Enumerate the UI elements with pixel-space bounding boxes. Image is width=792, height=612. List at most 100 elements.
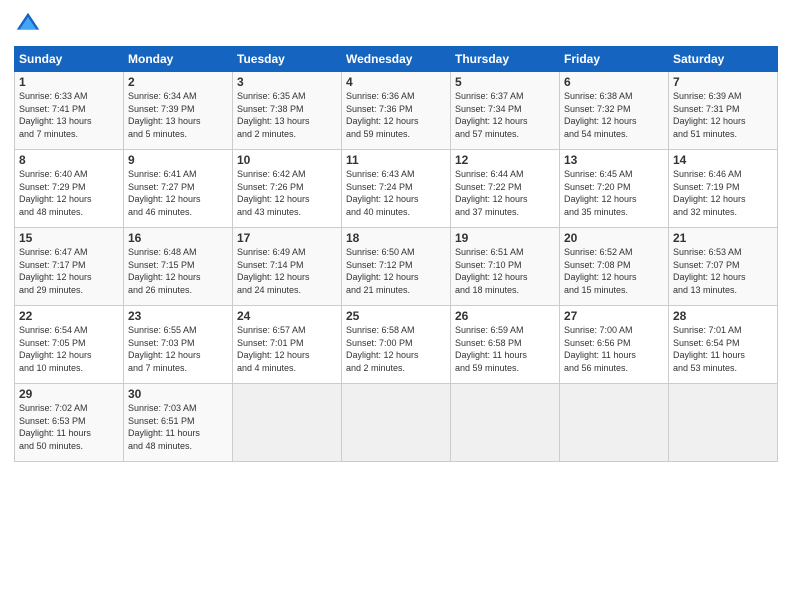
- day-number: 6: [564, 75, 664, 89]
- day-number: 14: [673, 153, 773, 167]
- calendar-cell: 23Sunrise: 6:55 AM Sunset: 7:03 PM Dayli…: [124, 306, 233, 384]
- day-number: 9: [128, 153, 228, 167]
- day-info: Sunrise: 7:03 AM Sunset: 6:51 PM Dayligh…: [128, 402, 228, 452]
- calendar-cell: [451, 384, 560, 462]
- calendar-cell: 26Sunrise: 6:59 AM Sunset: 6:58 PM Dayli…: [451, 306, 560, 384]
- day-info: Sunrise: 6:51 AM Sunset: 7:10 PM Dayligh…: [455, 246, 555, 296]
- calendar-cell: 6Sunrise: 6:38 AM Sunset: 7:32 PM Daylig…: [560, 72, 669, 150]
- day-info: Sunrise: 6:36 AM Sunset: 7:36 PM Dayligh…: [346, 90, 446, 140]
- day-number: 18: [346, 231, 446, 245]
- day-info: Sunrise: 6:47 AM Sunset: 7:17 PM Dayligh…: [19, 246, 119, 296]
- calendar-cell: 11Sunrise: 6:43 AM Sunset: 7:24 PM Dayli…: [342, 150, 451, 228]
- calendar-cell: 9Sunrise: 6:41 AM Sunset: 7:27 PM Daylig…: [124, 150, 233, 228]
- day-info: Sunrise: 6:37 AM Sunset: 7:34 PM Dayligh…: [455, 90, 555, 140]
- calendar-cell: 18Sunrise: 6:50 AM Sunset: 7:12 PM Dayli…: [342, 228, 451, 306]
- calendar-cell: [669, 384, 778, 462]
- day-number: 17: [237, 231, 337, 245]
- day-info: Sunrise: 7:00 AM Sunset: 6:56 PM Dayligh…: [564, 324, 664, 374]
- day-number: 28: [673, 309, 773, 323]
- day-info: Sunrise: 6:33 AM Sunset: 7:41 PM Dayligh…: [19, 90, 119, 140]
- day-number: 8: [19, 153, 119, 167]
- day-number: 13: [564, 153, 664, 167]
- day-number: 15: [19, 231, 119, 245]
- calendar-cell: 21Sunrise: 6:53 AM Sunset: 7:07 PM Dayli…: [669, 228, 778, 306]
- calendar-body: 1Sunrise: 6:33 AM Sunset: 7:41 PM Daylig…: [15, 72, 778, 462]
- calendar-cell: 24Sunrise: 6:57 AM Sunset: 7:01 PM Dayli…: [233, 306, 342, 384]
- day-number: 10: [237, 153, 337, 167]
- day-info: Sunrise: 6:34 AM Sunset: 7:39 PM Dayligh…: [128, 90, 228, 140]
- day-number: 7: [673, 75, 773, 89]
- day-number: 3: [237, 75, 337, 89]
- day-info: Sunrise: 6:43 AM Sunset: 7:24 PM Dayligh…: [346, 168, 446, 218]
- calendar-table: SundayMondayTuesdayWednesdayThursdayFrid…: [14, 46, 778, 462]
- day-info: Sunrise: 6:52 AM Sunset: 7:08 PM Dayligh…: [564, 246, 664, 296]
- day-info: Sunrise: 6:46 AM Sunset: 7:19 PM Dayligh…: [673, 168, 773, 218]
- calendar-cell: [560, 384, 669, 462]
- day-info: Sunrise: 6:54 AM Sunset: 7:05 PM Dayligh…: [19, 324, 119, 374]
- day-number: 21: [673, 231, 773, 245]
- day-number: 25: [346, 309, 446, 323]
- logo-icon: [14, 10, 42, 38]
- day-number: 22: [19, 309, 119, 323]
- calendar-cell: 3Sunrise: 6:35 AM Sunset: 7:38 PM Daylig…: [233, 72, 342, 150]
- day-number: 4: [346, 75, 446, 89]
- calendar-cell: 30Sunrise: 7:03 AM Sunset: 6:51 PM Dayli…: [124, 384, 233, 462]
- calendar-cell: 5Sunrise: 6:37 AM Sunset: 7:34 PM Daylig…: [451, 72, 560, 150]
- day-number: 26: [455, 309, 555, 323]
- day-info: Sunrise: 6:57 AM Sunset: 7:01 PM Dayligh…: [237, 324, 337, 374]
- day-info: Sunrise: 6:40 AM Sunset: 7:29 PM Dayligh…: [19, 168, 119, 218]
- day-number: 23: [128, 309, 228, 323]
- calendar-cell: 2Sunrise: 6:34 AM Sunset: 7:39 PM Daylig…: [124, 72, 233, 150]
- day-number: 20: [564, 231, 664, 245]
- calendar-cell: 20Sunrise: 6:52 AM Sunset: 7:08 PM Dayli…: [560, 228, 669, 306]
- day-info: Sunrise: 6:49 AM Sunset: 7:14 PM Dayligh…: [237, 246, 337, 296]
- day-info: Sunrise: 6:50 AM Sunset: 7:12 PM Dayligh…: [346, 246, 446, 296]
- day-number: 24: [237, 309, 337, 323]
- day-info: Sunrise: 6:39 AM Sunset: 7:31 PM Dayligh…: [673, 90, 773, 140]
- day-info: Sunrise: 6:58 AM Sunset: 7:00 PM Dayligh…: [346, 324, 446, 374]
- weekday-header: Tuesday: [233, 47, 342, 72]
- calendar-cell: 15Sunrise: 6:47 AM Sunset: 7:17 PM Dayli…: [15, 228, 124, 306]
- calendar-page: SundayMondayTuesdayWednesdayThursdayFrid…: [0, 0, 792, 612]
- day-info: Sunrise: 6:53 AM Sunset: 7:07 PM Dayligh…: [673, 246, 773, 296]
- weekday-header: Wednesday: [342, 47, 451, 72]
- calendar-week-row: 1Sunrise: 6:33 AM Sunset: 7:41 PM Daylig…: [15, 72, 778, 150]
- day-info: Sunrise: 6:35 AM Sunset: 7:38 PM Dayligh…: [237, 90, 337, 140]
- day-info: Sunrise: 6:42 AM Sunset: 7:26 PM Dayligh…: [237, 168, 337, 218]
- calendar-cell: 13Sunrise: 6:45 AM Sunset: 7:20 PM Dayli…: [560, 150, 669, 228]
- calendar-cell: 27Sunrise: 7:00 AM Sunset: 6:56 PM Dayli…: [560, 306, 669, 384]
- calendar-cell: 7Sunrise: 6:39 AM Sunset: 7:31 PM Daylig…: [669, 72, 778, 150]
- day-number: 16: [128, 231, 228, 245]
- day-info: Sunrise: 6:44 AM Sunset: 7:22 PM Dayligh…: [455, 168, 555, 218]
- calendar-cell: 12Sunrise: 6:44 AM Sunset: 7:22 PM Dayli…: [451, 150, 560, 228]
- calendar-cell: 10Sunrise: 6:42 AM Sunset: 7:26 PM Dayli…: [233, 150, 342, 228]
- day-number: 11: [346, 153, 446, 167]
- calendar-cell: 4Sunrise: 6:36 AM Sunset: 7:36 PM Daylig…: [342, 72, 451, 150]
- calendar-cell: [342, 384, 451, 462]
- day-info: Sunrise: 7:01 AM Sunset: 6:54 PM Dayligh…: [673, 324, 773, 374]
- weekday-header: Monday: [124, 47, 233, 72]
- calendar-cell: 14Sunrise: 6:46 AM Sunset: 7:19 PM Dayli…: [669, 150, 778, 228]
- day-number: 12: [455, 153, 555, 167]
- day-number: 27: [564, 309, 664, 323]
- calendar-cell: 19Sunrise: 6:51 AM Sunset: 7:10 PM Dayli…: [451, 228, 560, 306]
- day-number: 19: [455, 231, 555, 245]
- calendar-week-row: 15Sunrise: 6:47 AM Sunset: 7:17 PM Dayli…: [15, 228, 778, 306]
- calendar-cell: 1Sunrise: 6:33 AM Sunset: 7:41 PM Daylig…: [15, 72, 124, 150]
- day-number: 1: [19, 75, 119, 89]
- weekday-header: Sunday: [15, 47, 124, 72]
- day-number: 30: [128, 387, 228, 401]
- calendar-cell: 17Sunrise: 6:49 AM Sunset: 7:14 PM Dayli…: [233, 228, 342, 306]
- day-info: Sunrise: 6:55 AM Sunset: 7:03 PM Dayligh…: [128, 324, 228, 374]
- day-info: Sunrise: 6:45 AM Sunset: 7:20 PM Dayligh…: [564, 168, 664, 218]
- calendar-cell: [233, 384, 342, 462]
- day-info: Sunrise: 6:59 AM Sunset: 6:58 PM Dayligh…: [455, 324, 555, 374]
- calendar-week-row: 29Sunrise: 7:02 AM Sunset: 6:53 PM Dayli…: [15, 384, 778, 462]
- day-info: Sunrise: 6:48 AM Sunset: 7:15 PM Dayligh…: [128, 246, 228, 296]
- calendar-cell: 28Sunrise: 7:01 AM Sunset: 6:54 PM Dayli…: [669, 306, 778, 384]
- logo: [14, 10, 46, 38]
- day-info: Sunrise: 6:38 AM Sunset: 7:32 PM Dayligh…: [564, 90, 664, 140]
- day-info: Sunrise: 7:02 AM Sunset: 6:53 PM Dayligh…: [19, 402, 119, 452]
- calendar-week-row: 22Sunrise: 6:54 AM Sunset: 7:05 PM Dayli…: [15, 306, 778, 384]
- day-info: Sunrise: 6:41 AM Sunset: 7:27 PM Dayligh…: [128, 168, 228, 218]
